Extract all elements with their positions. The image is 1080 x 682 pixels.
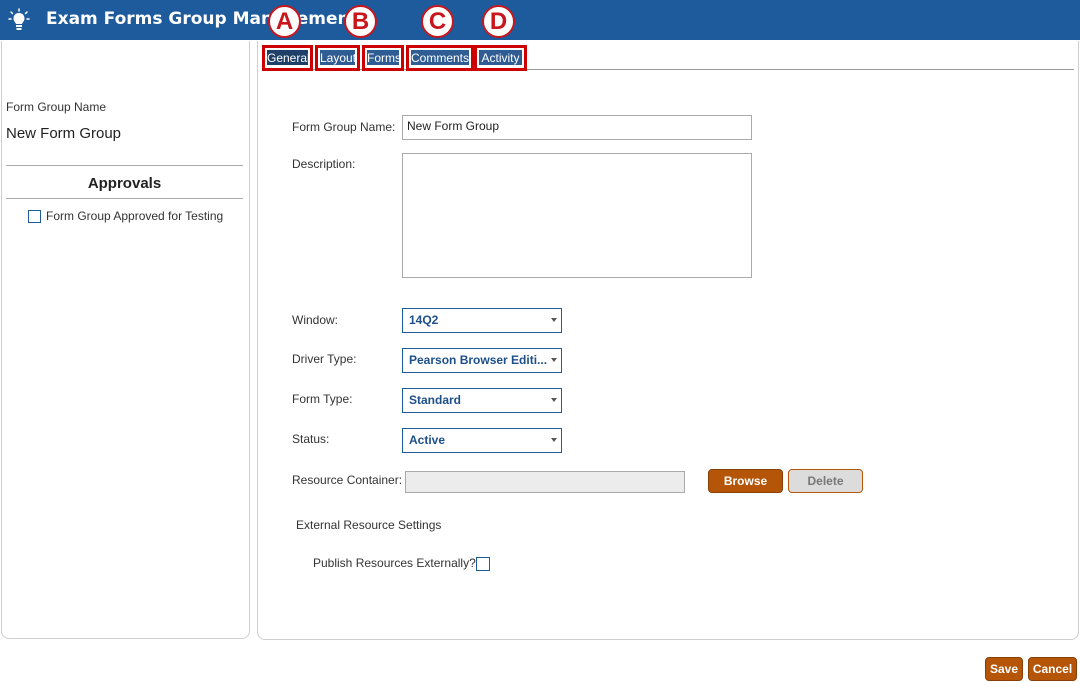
form-group-name-value: New Form Group (6, 125, 122, 142)
resource-container-label: Resource Container: (292, 473, 403, 487)
save-button[interactable]: Save (985, 657, 1023, 681)
approved-for-testing-checkbox[interactable] (28, 210, 41, 223)
chevron-down-icon (551, 358, 557, 362)
driver-type-value: Pearson Browser Editi... (409, 353, 548, 367)
status-select[interactable]: Active (402, 428, 562, 453)
form-type-value: Standard (409, 393, 462, 407)
tab-activity[interactable]: Activity (474, 45, 527, 71)
chevron-down-icon (551, 318, 557, 322)
tab-comments[interactable]: Comments (406, 45, 474, 71)
form-type-label: Form Type: (292, 392, 353, 406)
publish-externally-label: Publish Resources Externally? (313, 556, 476, 570)
description-label: Description: (292, 157, 356, 171)
window-label: Window: (292, 313, 339, 327)
tab-label: Forms (367, 50, 401, 65)
divider (6, 198, 243, 199)
tab-layout[interactable]: Layout (315, 45, 360, 71)
driver-type-select[interactable]: Pearson Browser Editi... (402, 348, 562, 373)
browse-button[interactable]: Browse (708, 469, 783, 493)
chevron-down-icon (551, 438, 557, 442)
chevron-down-icon (551, 398, 557, 402)
window-select[interactable]: 14Q2 (402, 308, 562, 333)
divider (6, 165, 243, 166)
tab-label: Activity (479, 50, 522, 65)
page-title: Exam Forms Group Management (46, 9, 358, 29)
window-value: 14Q2 (409, 313, 439, 327)
delete-button[interactable]: Delete (788, 469, 863, 493)
form-group-name-field-label: Form Group Name: (292, 120, 396, 134)
tab-general[interactable]: General (262, 45, 313, 71)
tab-label: Layout (320, 50, 357, 65)
form-type-select[interactable]: Standard (402, 388, 562, 413)
approvals-heading: Approvals (87, 175, 162, 192)
tab-label: General (267, 50, 310, 65)
app-header: Exam Forms Group Management (0, 0, 1080, 40)
driver-type-label: Driver Type: (292, 352, 357, 366)
tab-label: Comments (411, 50, 470, 65)
description-textarea[interactable] (402, 153, 752, 278)
status-label: Status: (292, 432, 330, 446)
publish-externally-checkbox[interactable] (476, 557, 490, 571)
callout-marker: B (344, 5, 377, 38)
callout-marker: C (421, 5, 454, 38)
external-resource-heading: External Resource Settings (296, 518, 442, 532)
callout-marker: D (482, 5, 515, 38)
cancel-button[interactable]: Cancel (1028, 657, 1077, 681)
form-group-name-label: Form Group Name (6, 100, 107, 114)
lightbulb-icon (8, 8, 30, 30)
status-value: Active (409, 433, 446, 447)
tab-forms[interactable]: Forms (362, 45, 404, 71)
resource-container-input[interactable] (405, 471, 685, 493)
approved-for-testing-label: Form Group Approved for Testing (46, 209, 224, 223)
callout-marker: A (268, 5, 301, 38)
form-group-name-input[interactable]: New Form Group (402, 115, 752, 140)
